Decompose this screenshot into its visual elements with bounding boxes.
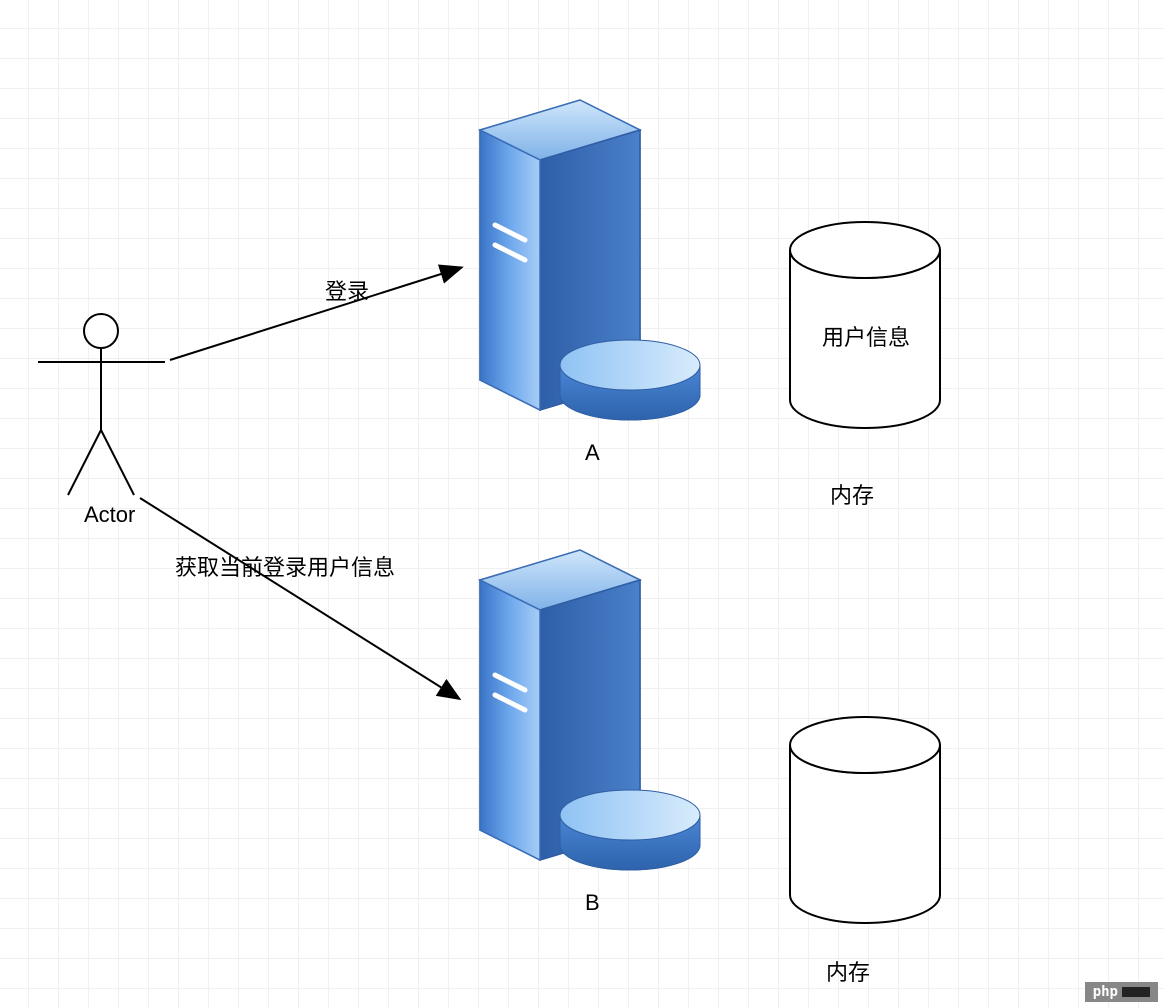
arrow-login-label: 登录: [325, 274, 369, 306]
watermark-box-icon: [1122, 987, 1150, 997]
server-b-icon: [480, 550, 700, 870]
svg-layer: [0, 0, 1164, 1008]
watermark: php: [1085, 982, 1158, 1002]
actor-figure: [38, 314, 165, 495]
arrow-fetch-user-label: 获取当前登录用户信息: [175, 550, 395, 582]
storage-b-icon: [790, 717, 940, 923]
server-a-label: A: [585, 440, 600, 466]
storage-b-caption: 内存: [826, 955, 870, 987]
server-b-label: B: [585, 890, 600, 916]
storage-a-content: 用户信息: [822, 320, 910, 352]
arrow-login: [170, 268, 460, 360]
actor-label: Actor: [84, 502, 135, 528]
diagram-canvas: Actor 登录 获取当前登录用户信息 A B 用户信息 内存 内存 php: [0, 0, 1164, 1008]
watermark-text: php: [1093, 984, 1118, 1000]
arrow-fetch-user: [140, 498, 458, 698]
storage-a-caption: 内存: [830, 478, 874, 510]
server-a-icon: [480, 100, 700, 420]
